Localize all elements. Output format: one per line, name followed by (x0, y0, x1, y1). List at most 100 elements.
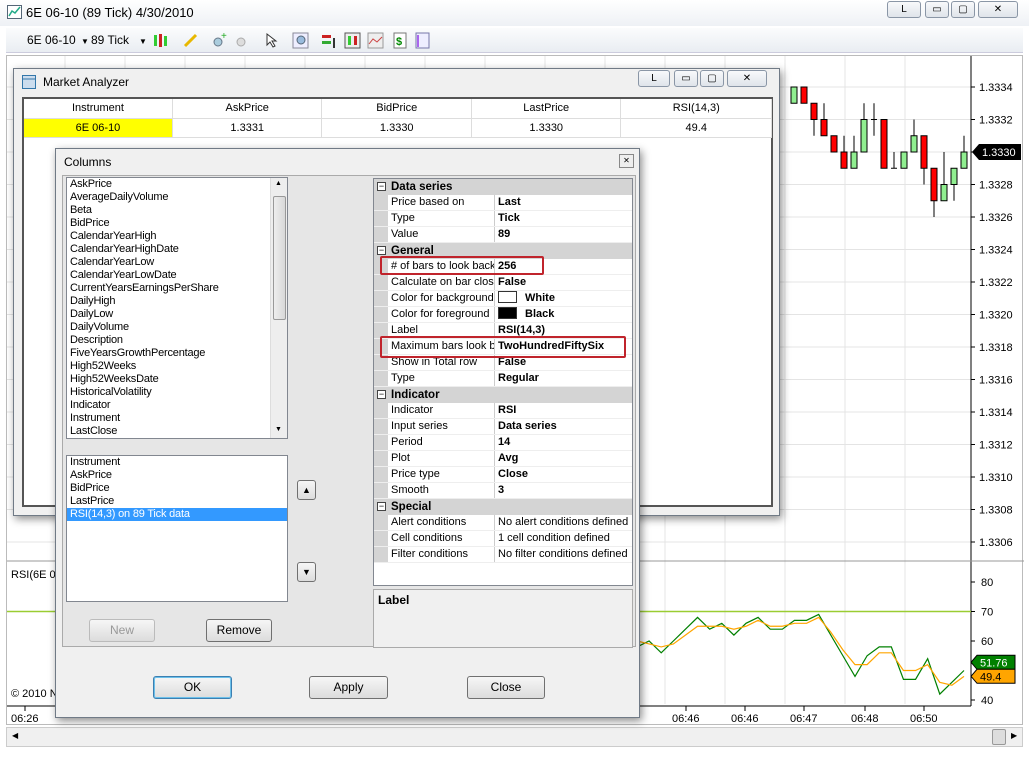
property-row[interactable]: Filter conditions No filter conditions de… (374, 547, 632, 563)
selected-columns-list[interactable]: Instrument AskPrice BidPrice LastPrice RSI(1… (66, 455, 288, 602)
property-row[interactable]: Plot Avg (374, 451, 632, 467)
list-item[interactable]: BidPrice (67, 482, 287, 495)
list-item[interactable]: DailyHigh (67, 295, 287, 308)
list-item[interactable]: High52WeeksDate (67, 373, 287, 386)
list-item[interactable]: CalendarYearLowDate (67, 269, 287, 282)
move-up-button[interactable]: ▲ (297, 480, 316, 500)
data-series-icon[interactable] (320, 32, 337, 49)
property-row[interactable]: Price based on Last (374, 195, 632, 211)
property-value[interactable]: Close (495, 467, 632, 482)
property-value[interactable]: False (495, 275, 632, 290)
pointer-icon[interactable] (264, 32, 281, 49)
property-value[interactable]: 1 cell condition defined (495, 531, 632, 546)
minimize-button[interactable]: ▭ (925, 1, 949, 18)
horizontal-scrollbar[interactable]: ◀ ▶ (6, 727, 1023, 747)
dialog-close-button[interactable]: ✕ (619, 154, 634, 168)
move-down-button[interactable]: ▼ (297, 562, 316, 582)
scroll-left-icon[interactable]: ◀ (12, 731, 18, 740)
list-item[interactable]: RSI(14,3) on 89 Tick data (67, 508, 287, 521)
list-item[interactable]: CalendarYearHighDate (67, 243, 287, 256)
scroll-down-icon[interactable]: ▼ (275, 426, 282, 433)
list-item[interactable]: DailyVolume (67, 321, 287, 334)
chevron-down-icon[interactable]: ▼ (139, 37, 147, 46)
column-header[interactable]: RSI(14,3) (620, 99, 772, 119)
property-row[interactable]: Period 14 (374, 435, 632, 451)
scrollbar-thumb[interactable] (273, 196, 286, 320)
grid-cell[interactable]: 1.3331 (172, 118, 323, 138)
collapse-icon[interactable]: − (377, 390, 386, 399)
vertical-scrollbar[interactable]: ▲ ▼ (270, 178, 287, 438)
property-row[interactable]: Type Tick (374, 211, 632, 227)
magnifier-icon[interactable] (292, 32, 309, 49)
property-value[interactable]: 3 (495, 483, 632, 498)
list-item[interactable]: Indicator (67, 399, 287, 412)
remove-button[interactable]: Remove (206, 619, 272, 642)
list-item[interactable]: CalendarYearLow (67, 256, 287, 269)
grid-cell[interactable]: 1.3330 (471, 118, 622, 138)
property-row[interactable]: Value 89 (374, 227, 632, 243)
property-row[interactable]: Price type Close (374, 467, 632, 483)
property-grid[interactable]: − Data series Price based on Last Type Tick Va… (373, 178, 633, 586)
property-value[interactable]: 14 (495, 435, 632, 450)
property-value[interactable]: Data series (495, 419, 632, 434)
property-row[interactable]: Color for background White (374, 291, 632, 307)
property-value[interactable]: Last (495, 195, 632, 210)
close-button[interactable]: ✕ (727, 70, 767, 87)
property-row[interactable]: Color for foreground Black (374, 307, 632, 323)
property-row[interactable]: Calculate on bar close False (374, 275, 632, 291)
collapse-icon[interactable]: − (377, 182, 386, 191)
column-header[interactable]: LastPrice (471, 99, 622, 119)
property-row[interactable]: Indicator RSI (374, 403, 632, 419)
strategies-icon[interactable] (367, 32, 384, 49)
property-value[interactable]: 89 (495, 227, 632, 242)
list-item[interactable]: DailyLow (67, 308, 287, 321)
property-value[interactable]: No filter conditions defined (495, 547, 632, 562)
list-item[interactable]: High52Weeks (67, 360, 287, 373)
list-item[interactable]: CurrentYearsEarningsPerShare (67, 282, 287, 295)
zoom-out-icon[interactable] (234, 32, 251, 49)
property-row[interactable]: Smooth 3 (374, 483, 632, 499)
order-icon[interactable]: $ (391, 32, 408, 49)
maximize-button[interactable]: ▢ (700, 70, 724, 87)
apply-button[interactable]: Apply (309, 676, 388, 699)
property-category[interactable]: − Data series (374, 179, 632, 195)
property-value[interactable]: Avg (495, 451, 632, 466)
list-item[interactable]: LastClose (67, 425, 287, 438)
property-category[interactable]: − Indicator (374, 387, 632, 403)
grid-cell[interactable]: 49.4 (620, 118, 772, 138)
list-item[interactable]: CalendarYearHigh (67, 230, 287, 243)
close-button[interactable]: ✕ (978, 1, 1018, 18)
chevron-down-icon[interactable]: ▼ (81, 37, 89, 46)
link-button[interactable]: L (887, 1, 921, 18)
scroll-up-icon[interactable]: ▲ (275, 180, 282, 187)
collapse-icon[interactable]: − (377, 246, 386, 255)
close-dialog-button[interactable]: Close (467, 676, 545, 699)
scrollbar-thumb[interactable] (992, 729, 1006, 745)
chart-style-icon[interactable] (152, 32, 169, 49)
properties-icon[interactable] (414, 32, 431, 49)
property-value[interactable]: No alert conditions defined (495, 515, 632, 530)
zoom-in-icon[interactable]: + (211, 32, 228, 49)
link-button[interactable]: L (638, 70, 670, 87)
property-value[interactable]: White (495, 291, 632, 306)
property-category[interactable]: − Special (374, 499, 632, 515)
available-columns-list[interactable]: AskPrice AverageDailyVolume Beta BidPrice Ca… (66, 177, 288, 439)
new-button[interactable]: New (89, 619, 155, 642)
list-item[interactable]: BidPrice (67, 217, 287, 230)
property-row[interactable]: Alert conditions No alert conditions defi… (374, 515, 632, 531)
list-item[interactable]: FiveYearsGrowthPercentage (67, 347, 287, 360)
list-item[interactable]: Description (67, 334, 287, 347)
drawing-tool-icon[interactable] (182, 32, 199, 49)
list-item[interactable]: HistoricalVolatility (67, 386, 287, 399)
property-value[interactable]: RSI (495, 403, 632, 418)
property-row[interactable]: Type Regular (374, 371, 632, 387)
column-header[interactable]: AskPrice (172, 99, 323, 119)
list-item[interactable]: Instrument (67, 412, 287, 425)
interval-selector[interactable]: 89 Tick (91, 33, 129, 47)
collapse-icon[interactable]: − (377, 502, 386, 511)
column-header[interactable]: BidPrice (321, 99, 472, 119)
scroll-right-icon[interactable]: ▶ (1011, 731, 1017, 740)
list-item[interactable]: AverageDailyVolume (67, 191, 287, 204)
list-item[interactable]: AskPrice (67, 469, 287, 482)
minimize-button[interactable]: ▭ (674, 70, 698, 87)
